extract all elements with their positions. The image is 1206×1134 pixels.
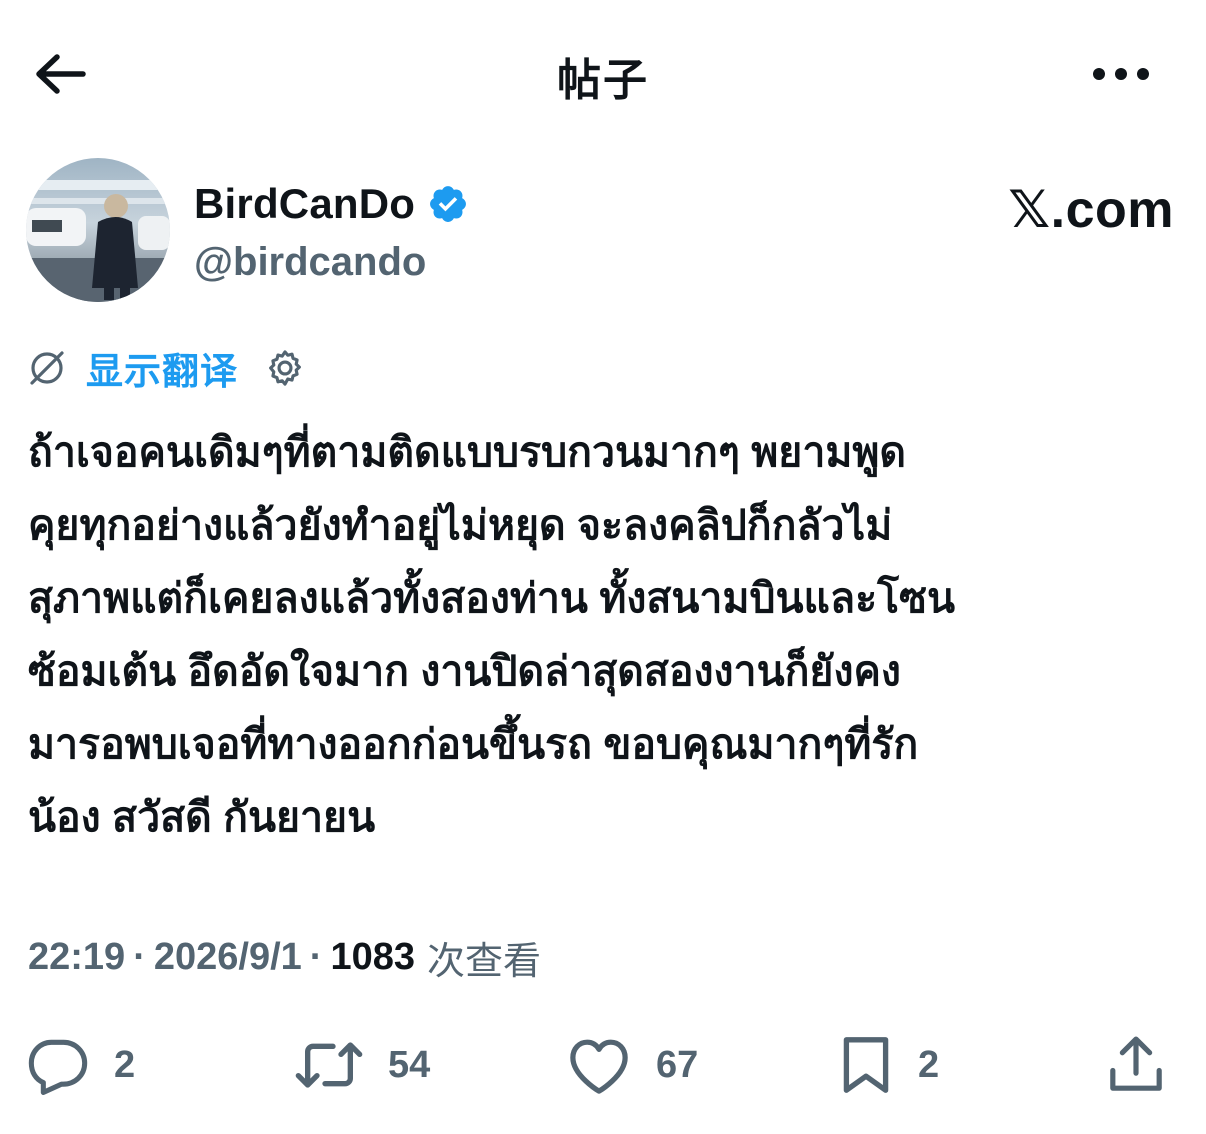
translate-off-icon	[30, 351, 64, 385]
tweet-date[interactable]: 2026/9/1	[154, 936, 302, 979]
meta-separator: ·	[309, 936, 323, 978]
gear-icon	[269, 350, 301, 386]
display-name-row: BirdCanDo	[194, 180, 469, 228]
tweet-text: ถ้าเจอคนเดิมๆที่ตามติดแบบรบกวนมากๆ พยามพ…	[28, 429, 955, 840]
avatar-photo	[26, 158, 170, 302]
action-bar: 2 54 67 2	[26, 1030, 1176, 1100]
page-title: 帖子	[557, 56, 649, 105]
meta-separator: ·	[133, 936, 146, 978]
repost-count: 54	[388, 1043, 431, 1086]
like-count: 67	[656, 1043, 699, 1086]
display-name[interactable]: BirdCanDo	[194, 180, 415, 228]
repost-icon	[295, 1042, 363, 1088]
tweet-author: BirdCanDo @birdcando 𝕏.com	[26, 158, 1176, 306]
more-options-button[interactable]	[1086, 52, 1156, 96]
reply-icon	[28, 1039, 88, 1095]
reply-button[interactable]: 2	[26, 1030, 135, 1100]
show-translation-link[interactable]: 显示翻译	[86, 341, 238, 395]
top-bar: 帖子	[0, 0, 1206, 150]
tweet-time[interactable]: 22:19	[28, 936, 125, 979]
tweet-meta: 22:19 · 2026/9/1 · 1083 次查看	[28, 930, 541, 985]
avatar[interactable]	[26, 158, 170, 302]
translation-settings-button[interactable]	[264, 347, 306, 389]
share-button[interactable]	[1106, 1030, 1166, 1100]
tweet-detail-page: 帖子 BirdCanDo @birdcando 𝕏.com 显示翻译 ถ้าเจ…	[0, 0, 1206, 1134]
heart-icon	[570, 1039, 628, 1094]
source-label: 𝕏.com	[1008, 181, 1174, 239]
translate-row: 显示翻译	[28, 344, 306, 392]
views-count[interactable]: 1083	[330, 936, 415, 979]
bookmark-count: 2	[918, 1043, 940, 1086]
repost-button[interactable]: 54	[294, 1030, 430, 1100]
verified-badge-icon	[430, 186, 467, 222]
bookmark-icon	[843, 1037, 889, 1093]
share-icon	[1110, 1036, 1162, 1091]
more-horizontal-icon	[1093, 68, 1149, 80]
user-handle[interactable]: @birdcando	[194, 240, 426, 285]
bookmark-button[interactable]: 2	[838, 1030, 939, 1100]
like-button[interactable]: 67	[566, 1030, 698, 1100]
reply-count: 2	[114, 1043, 136, 1086]
views-label: 次查看	[426, 941, 541, 983]
